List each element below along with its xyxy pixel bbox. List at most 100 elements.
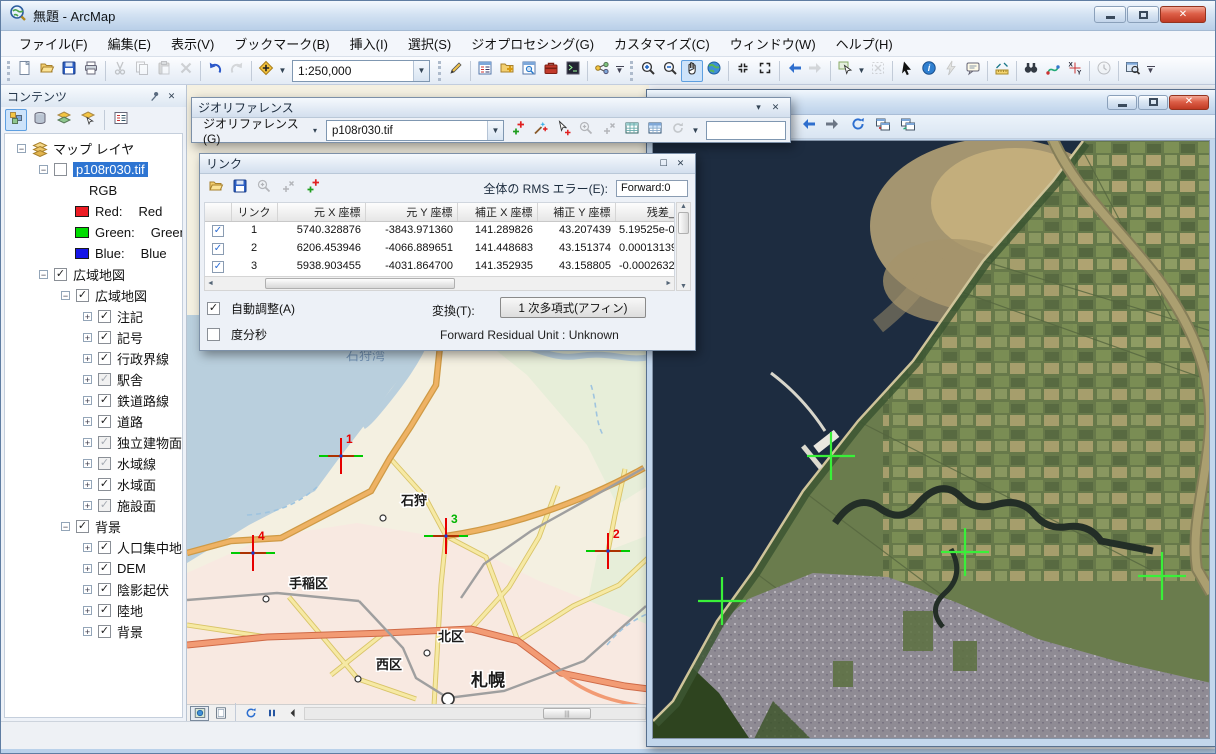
arctoolbox-button[interactable] [540,60,562,82]
layer-tree-item[interactable]: +✓陸地 [5,600,182,621]
menu-item-1[interactable]: ファイル(F) [9,31,98,56]
data-view-button[interactable] [190,706,209,721]
expand-icon[interactable]: + [83,354,92,363]
viewer-window[interactable]: ✕ [646,89,1216,747]
expand-icon[interactable]: + [83,564,92,573]
viewer-minimize-button[interactable] [1107,95,1137,110]
zoom-out-button[interactable] [659,60,681,82]
new-viewer-button[interactable] [872,116,894,138]
layer-tree-item[interactable]: −マップ レイヤ [5,138,182,159]
layer-checkbox[interactable]: ✓ [76,520,89,533]
chevron-down-icon[interactable]: ▼ [413,61,429,81]
model-builder-button[interactable] [591,60,613,82]
layer-tree-item[interactable]: +✓陰影起伏 [5,579,182,600]
menu-item-9[interactable]: ウィンドウ(W) [720,31,826,56]
list-by-selection-button[interactable] [77,109,99,131]
zoom-in-button[interactable] [637,60,659,82]
map-horizontal-scrollbar[interactable]: ||| [304,707,646,720]
expand-icon[interactable]: + [83,396,92,405]
layer-tree-item[interactable]: Green:Green [5,222,182,243]
link-close-icon[interactable]: ✕ [672,156,689,171]
prev-extent-small-button[interactable] [283,706,302,721]
full-extent-button[interactable] [703,60,725,82]
layer-checkbox[interactable]: ✓ [98,394,111,407]
link-row-checkbox[interactable]: ✓ [212,261,224,273]
layer-tree-item[interactable]: +✓背景 [5,621,182,642]
layer-tree-item[interactable]: Blue:Blue [5,243,182,264]
table-row[interactable]: ✓15740.328876-3843.971360141.28982643.20… [205,221,675,239]
html-popup-button[interactable] [962,60,984,82]
layer-tree-item[interactable]: +✓水域線 [5,453,182,474]
layer-tree-item[interactable]: +✓道路 [5,411,182,432]
layer-checkbox[interactable]: ✓ [98,541,111,554]
link-points-table[interactable]: リンク元 X 座標元 Y 座標補正 X 座標補正 Y 座標残差_x✓15740.… [204,202,675,276]
python-window-button[interactable] [562,60,584,82]
print-button[interactable] [80,60,102,82]
viewer-maximize-button[interactable] [1138,95,1168,110]
viewer-close-button[interactable]: ✕ [1169,95,1209,110]
expand-icon[interactable]: + [83,375,92,384]
scale-combo-input[interactable] [293,64,413,78]
layer-checkbox[interactable]: ✓ [98,625,111,638]
menu-item-5[interactable]: 挿入(I) [340,31,398,56]
layer-checkbox[interactable]: ✓ [54,268,67,281]
layer-checkbox[interactable]: ✓ [98,457,111,470]
layer-checkbox[interactable]: ✓ [98,310,111,323]
layer-tree-item[interactable]: Red:Red [5,201,182,222]
collapse-icon[interactable]: − [39,165,48,174]
layer-checkbox[interactable]: ✓ [98,499,111,512]
menu-item-2[interactable]: 編集(E) [98,31,161,56]
catalog-window-button[interactable] [496,60,518,82]
expand-icon[interactable]: + [83,459,92,468]
table-vertical-scrollbar[interactable]: ▲▼ [676,202,691,291]
go-back-button[interactable] [783,60,805,82]
layer-checkbox[interactable]: ✓ [98,436,111,449]
fixed-zoom-out-button[interactable] [754,60,776,82]
viewer-content[interactable] [652,140,1210,739]
go-back-button[interactable] [797,116,819,138]
layer-tree-item[interactable]: −p108r030.tif [5,159,182,180]
toolbar-options-icon[interactable]: ▾ [750,100,767,115]
layer-tree-item[interactable]: +✓独立建物面 [5,432,182,453]
list-by-source-button[interactable] [29,109,51,131]
auto-registration-button[interactable] [529,120,551,142]
fixed-zoom-in-button[interactable] [732,60,754,82]
menu-item-6[interactable]: 選択(S) [398,31,461,56]
expand-icon[interactable]: + [83,312,92,321]
georeferencing-menu-button[interactable]: ジオリファレンス(G)▾ [196,120,324,141]
toolbar-grip[interactable] [7,61,10,81]
collapse-icon[interactable]: − [39,270,48,279]
georeferencing-close-icon[interactable]: ✕ [767,100,784,115]
pin-icon[interactable] [146,89,163,104]
column-header[interactable]: 元 Y 座標 [365,203,457,221]
link-row-checkbox[interactable]: ✓ [212,225,224,237]
expand-icon[interactable]: + [83,501,92,510]
view-link-table-button[interactable] [621,120,643,142]
transform-method-button[interactable]: 1 次多項式(アフィン) [500,297,646,318]
chevron-down-icon[interactable]: ▼ [690,120,701,142]
layer-checkbox[interactable]: ✓ [98,478,111,491]
open-project-button[interactable] [36,60,58,82]
measure-button[interactable] [991,60,1013,82]
expand-icon[interactable]: + [83,543,92,552]
georeferencing-toolbar[interactable]: ジオリファレンス ▾ ✕ ジオリファレンス(G)▾ p108r030.tif ▼… [191,97,791,143]
collapse-icon[interactable]: − [17,144,26,153]
expand-icon[interactable]: + [83,438,92,447]
link-row-checkbox[interactable]: ✓ [212,243,224,255]
add-data-button[interactable] [255,60,277,82]
expand-icon[interactable]: + [83,480,92,489]
identify-button[interactable]: i [918,60,940,82]
refresh-button[interactable] [241,706,260,721]
select-link-button[interactable] [552,120,574,142]
layer-checkbox[interactable] [54,163,67,176]
add-link-button[interactable] [301,177,323,199]
layer-tree-item[interactable]: +✓行政界線 [5,348,182,369]
layer-checkbox[interactable]: ✓ [98,415,111,428]
layer-tree-item[interactable]: +✓鉄道路線 [5,390,182,411]
list-by-drawing-order-button[interactable] [5,109,27,131]
undo-button[interactable] [204,60,226,82]
table-row[interactable]: ✓26206.453946-4066.889651141.44868343.15… [205,239,675,257]
sync-viewer-button[interactable] [897,116,919,138]
select-features-button[interactable] [834,60,856,82]
layer-checkbox[interactable]: ✓ [98,373,111,386]
